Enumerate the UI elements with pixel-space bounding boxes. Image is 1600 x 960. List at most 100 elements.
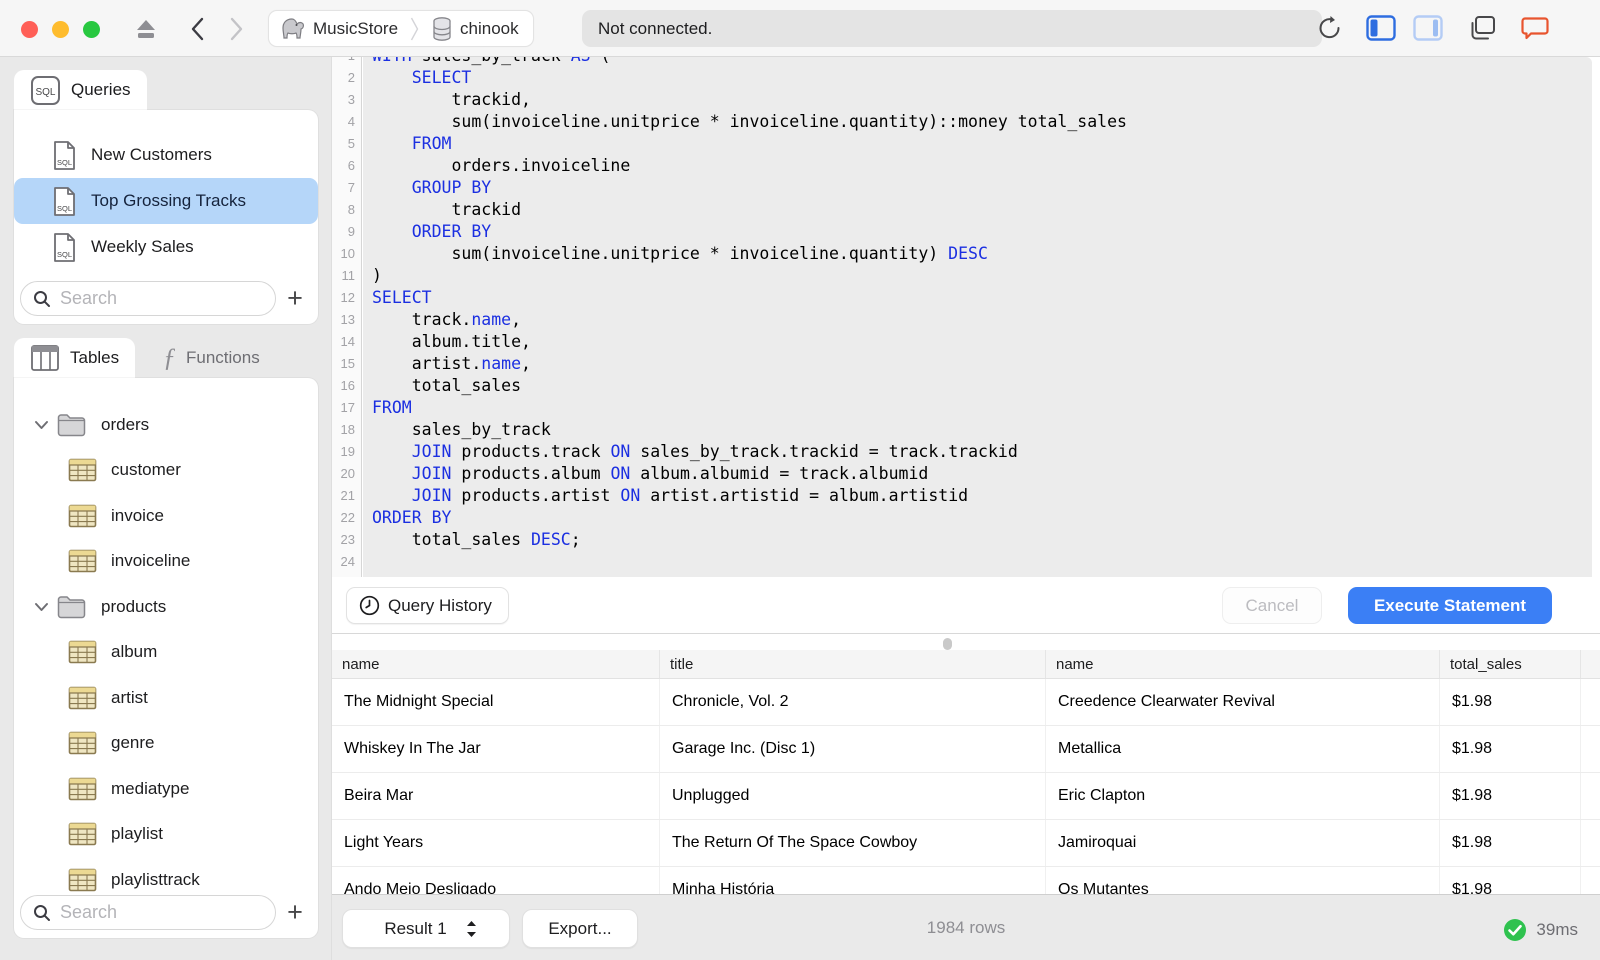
table-cell[interactable]: Eric Clapton — [1046, 773, 1440, 819]
code-line[interactable]: JOIN products.track ON sales_by_track.tr… — [372, 441, 1127, 463]
breadcrumb-database[interactable]: chinook — [431, 16, 519, 42]
queries-search-input[interactable]: Search — [20, 281, 276, 316]
table-cell[interactable]: Creedence Clearwater Revival — [1046, 679, 1440, 725]
query-list-item[interactable]: SQL Top Grossing Tracks — [14, 178, 318, 224]
toggle-left-sidebar-icon[interactable] — [1366, 14, 1396, 42]
table-cell[interactable]: $1.98 — [1440, 773, 1581, 819]
table-cell[interactable]: Garage Inc. (Disc 1) — [660, 726, 1046, 772]
toggle-right-sidebar-icon[interactable] — [1413, 14, 1443, 42]
code-line[interactable]: orders.invoiceline — [372, 155, 1127, 177]
code-line[interactable]: sum(invoiceline.unitprice * invoiceline.… — [372, 243, 1127, 265]
schema-table-item[interactable]: invoice — [14, 493, 318, 539]
table-cell[interactable]: The Return Of The Space Cowboy — [660, 820, 1046, 866]
query-duration-label: 39ms — [1536, 920, 1578, 939]
cancel-button[interactable]: Cancel — [1222, 587, 1322, 624]
table-cell[interactable]: Whiskey In The Jar — [332, 726, 660, 772]
tab-functions[interactable]: ƒ Functions — [147, 338, 276, 378]
chevron-down-icon[interactable] — [30, 420, 52, 430]
code-line[interactable] — [372, 551, 1127, 573]
query-list-item[interactable]: SQL New Customers — [14, 132, 318, 178]
code-line[interactable]: FROM — [372, 133, 1127, 155]
table-cell[interactable]: Chronicle, Vol. 2 — [660, 679, 1046, 725]
table-row[interactable]: Whiskey In The Jar Garage Inc. (Disc 1) Me… — [332, 726, 1600, 773]
table-cell[interactable]: Light Years — [332, 820, 660, 866]
code-line[interactable]: JOIN products.album ON album.albumid = t… — [372, 463, 1127, 485]
table-cell[interactable]: Os Mutantes — [1046, 867, 1440, 894]
schema-folder-item[interactable]: orders — [14, 402, 318, 448]
code-line[interactable]: sum(invoiceline.unitprice * invoiceline.… — [372, 111, 1127, 133]
table-cell[interactable]: $1.98 — [1440, 820, 1581, 866]
code-line[interactable]: WITH sales_by_track AS ( — [372, 57, 1127, 67]
chevron-down-icon[interactable] — [30, 602, 52, 612]
table-cell[interactable]: Unplugged — [660, 773, 1046, 819]
schema-table-item[interactable]: playlist — [14, 812, 318, 858]
code-line[interactable]: artist.name, — [372, 353, 1127, 375]
query-history-button[interactable]: Query History — [346, 587, 509, 624]
table-row[interactable]: The Midnight Special Chronicle, Vol. 2 Cre… — [332, 679, 1600, 726]
column-header[interactable]: title — [660, 650, 1046, 678]
minimize-window-button[interactable] — [52, 21, 69, 38]
column-header[interactable]: name — [1046, 650, 1440, 678]
schema-table-item[interactable]: artist — [14, 675, 318, 721]
code-line[interactable]: JOIN products.artist ON artist.artistid … — [372, 485, 1127, 507]
add-table-button[interactable]: + — [280, 895, 310, 930]
tab-queries[interactable]: SQL Queries — [14, 70, 147, 110]
code-line[interactable]: total_sales DESC; — [372, 529, 1127, 551]
table-cell[interactable]: Minha História — [660, 867, 1046, 894]
code-line[interactable]: ORDER BY — [372, 507, 1127, 529]
code-line[interactable]: ORDER BY — [372, 221, 1127, 243]
table-cell[interactable]: Jamiroquai — [1046, 820, 1440, 866]
code-line[interactable]: ) — [372, 265, 1127, 287]
code-lines[interactable]: WITH sales_by_track AS ( SELECT trackid,… — [372, 57, 1127, 573]
table-cell[interactable]: $1.98 — [1440, 726, 1581, 772]
refresh-icon[interactable] — [1315, 14, 1345, 42]
table-cell[interactable]: The Midnight Special — [332, 679, 660, 725]
table-cell[interactable]: $1.98 — [1440, 679, 1581, 725]
query-duration: 39ms — [1503, 918, 1578, 942]
back-button[interactable] — [180, 0, 214, 57]
code-line[interactable]: track.name, — [372, 309, 1127, 331]
schema-table-item[interactable]: genre — [14, 721, 318, 767]
code-line[interactable]: SELECT — [372, 287, 1127, 309]
sql-editor[interactable]: 123456789101112131415161718192021222324 … — [332, 57, 1600, 577]
line-number: 15 — [340, 356, 355, 371]
tab-tables[interactable]: Tables — [14, 338, 136, 378]
zoom-window-button[interactable] — [83, 21, 100, 38]
table-row[interactable]: Ando Meio Desligado Minha História Os Muta… — [332, 867, 1600, 894]
code-line[interactable]: album.title, — [372, 331, 1127, 353]
execute-statement-button[interactable]: Execute Statement — [1348, 587, 1552, 624]
table-cell[interactable]: Ando Meio Desligado — [332, 867, 660, 894]
table-cell[interactable]: Metallica — [1046, 726, 1440, 772]
tables-search-input[interactable]: Search — [20, 895, 276, 930]
table-cell-filler — [1581, 773, 1600, 819]
breadcrumb-server[interactable]: MusicStore — [279, 16, 398, 42]
query-list-item[interactable]: SQL Weekly Sales — [14, 224, 318, 270]
table-row[interactable]: Light Years The Return Of The Space Cowbo… — [332, 820, 1600, 867]
windows-overlap-icon[interactable] — [1467, 14, 1497, 42]
schema-table-item[interactable]: mediatype — [14, 766, 318, 812]
code-line[interactable]: trackid, — [372, 89, 1127, 111]
split-drag-handle[interactable] — [943, 638, 952, 650]
code-line[interactable]: sales_by_track — [372, 419, 1127, 441]
table-row[interactable]: Beira Mar Unplugged Eric Clapton $1.98 — [332, 773, 1600, 820]
column-header[interactable]: total_sales — [1440, 650, 1581, 678]
close-window-button[interactable] — [21, 21, 38, 38]
forward-button[interactable] — [220, 0, 254, 57]
eject-disconnect-icon[interactable] — [128, 0, 164, 57]
schema-table-item[interactable]: customer — [14, 448, 318, 494]
code-line[interactable]: total_sales — [372, 375, 1127, 397]
column-header[interactable]: name — [332, 650, 660, 678]
schema-folder-item[interactable]: products — [14, 584, 318, 630]
code-line[interactable]: GROUP BY — [372, 177, 1127, 199]
feedback-chat-icon[interactable] — [1520, 14, 1550, 42]
schema-table-item[interactable]: album — [14, 630, 318, 676]
table-cell[interactable]: $1.98 — [1440, 867, 1581, 894]
code-line[interactable]: FROM — [372, 397, 1127, 419]
add-query-button[interactable]: + — [280, 281, 310, 316]
code-line[interactable]: SELECT — [372, 67, 1127, 89]
tab-tables-label: Tables — [70, 348, 120, 367]
tree-item-label: invoiceline — [111, 551, 191, 571]
table-cell[interactable]: Beira Mar — [332, 773, 660, 819]
schema-table-item[interactable]: invoiceline — [14, 539, 318, 585]
code-line[interactable]: trackid — [372, 199, 1127, 221]
